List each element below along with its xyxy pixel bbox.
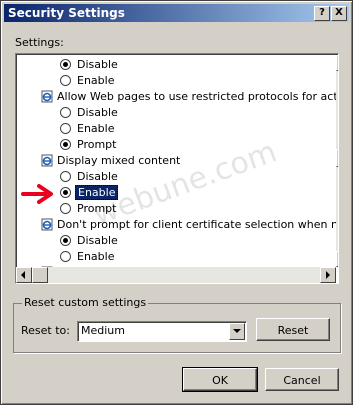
scroll-left-button[interactable]	[16, 267, 32, 283]
title-bar[interactable]: Security Settings ? X	[4, 4, 349, 22]
option-label: Disable	[77, 234, 118, 247]
option-label: Enable	[77, 74, 115, 87]
scroll-up-button[interactable]	[336, 55, 338, 71]
option-label: Disable	[77, 58, 118, 71]
close-button[interactable]: X	[331, 6, 347, 21]
reset-custom-settings-group: Reset custom settings Reset to: Medium R…	[13, 296, 341, 353]
reset-to-label: Reset to:	[21, 324, 70, 337]
reset-level-select[interactable]: Medium	[77, 321, 247, 342]
option-label: Prompt	[77, 202, 117, 215]
option-text: Disable	[77, 233, 118, 249]
option-text: Disable	[77, 57, 118, 73]
setting-label: Allow Web pages to use restricted protoc…	[57, 90, 339, 103]
option-label: Prompt	[77, 138, 117, 151]
horizontal-scrollbar[interactable]	[16, 267, 336, 283]
option-text: Enable	[77, 73, 114, 89]
radio-unchecked-icon[interactable]	[60, 171, 71, 182]
option-text: Disable	[77, 169, 118, 185]
scroll-right-button[interactable]	[320, 267, 336, 283]
vertical-scrollbar[interactable]	[336, 55, 338, 267]
ok-button[interactable]: OK	[182, 367, 258, 392]
window-title: Security Settings	[8, 6, 125, 20]
radio-checked-icon[interactable]	[60, 59, 71, 70]
red-arrow-icon	[21, 184, 53, 204]
reset-button[interactable]: Reset	[256, 318, 330, 341]
chevron-down-icon[interactable]	[229, 323, 245, 340]
cancel-button[interactable]: Cancel	[265, 368, 339, 391]
radio-unchecked-icon[interactable]	[60, 251, 71, 262]
radio-checked-icon[interactable]	[60, 139, 71, 150]
option-text: Enable	[75, 185, 119, 201]
radio-unchecked-icon[interactable]	[60, 203, 71, 214]
ie-page-icon	[41, 154, 53, 167]
ie-page-icon	[41, 90, 53, 103]
combo-value: Medium	[81, 324, 125, 337]
hscroll-thumb[interactable]	[32, 267, 48, 283]
radio-unchecked-icon[interactable]	[60, 75, 71, 86]
ie-page-icon	[41, 218, 53, 231]
help-button[interactable]: ?	[314, 6, 330, 21]
option-label: Enable	[75, 185, 119, 200]
scroll-down-button[interactable]	[336, 251, 338, 267]
security-settings-dialog: Security Settings ? X Settings: Disable E…	[0, 0, 353, 405]
option-label: Disable	[77, 106, 118, 119]
radio-checked-icon[interactable]	[60, 187, 71, 198]
option-label: Enable	[77, 250, 115, 263]
radio-unchecked-icon[interactable]	[60, 123, 71, 134]
setting-label: Don't prompt for client certificate sele…	[57, 218, 339, 231]
option-label: Disable	[77, 170, 118, 183]
option-text: Prompt	[77, 201, 116, 217]
radio-unchecked-icon[interactable]	[60, 107, 71, 118]
group-title: Reset custom settings	[22, 296, 149, 309]
settings-list[interactable]: Disable Enable Allow Web pages to use rest…	[15, 53, 339, 284]
option-text: Prompt	[77, 137, 116, 153]
settings-label: Settings:	[15, 36, 64, 49]
setting-label: Display mixed content	[57, 154, 181, 167]
option-text: Enable	[77, 249, 114, 265]
option-label: Enable	[77, 122, 115, 135]
option-text: Disable	[77, 105, 118, 121]
radio-checked-icon[interactable]	[60, 235, 71, 246]
scroll-thumb[interactable]	[336, 149, 338, 167]
option-text: Enable	[77, 121, 114, 137]
